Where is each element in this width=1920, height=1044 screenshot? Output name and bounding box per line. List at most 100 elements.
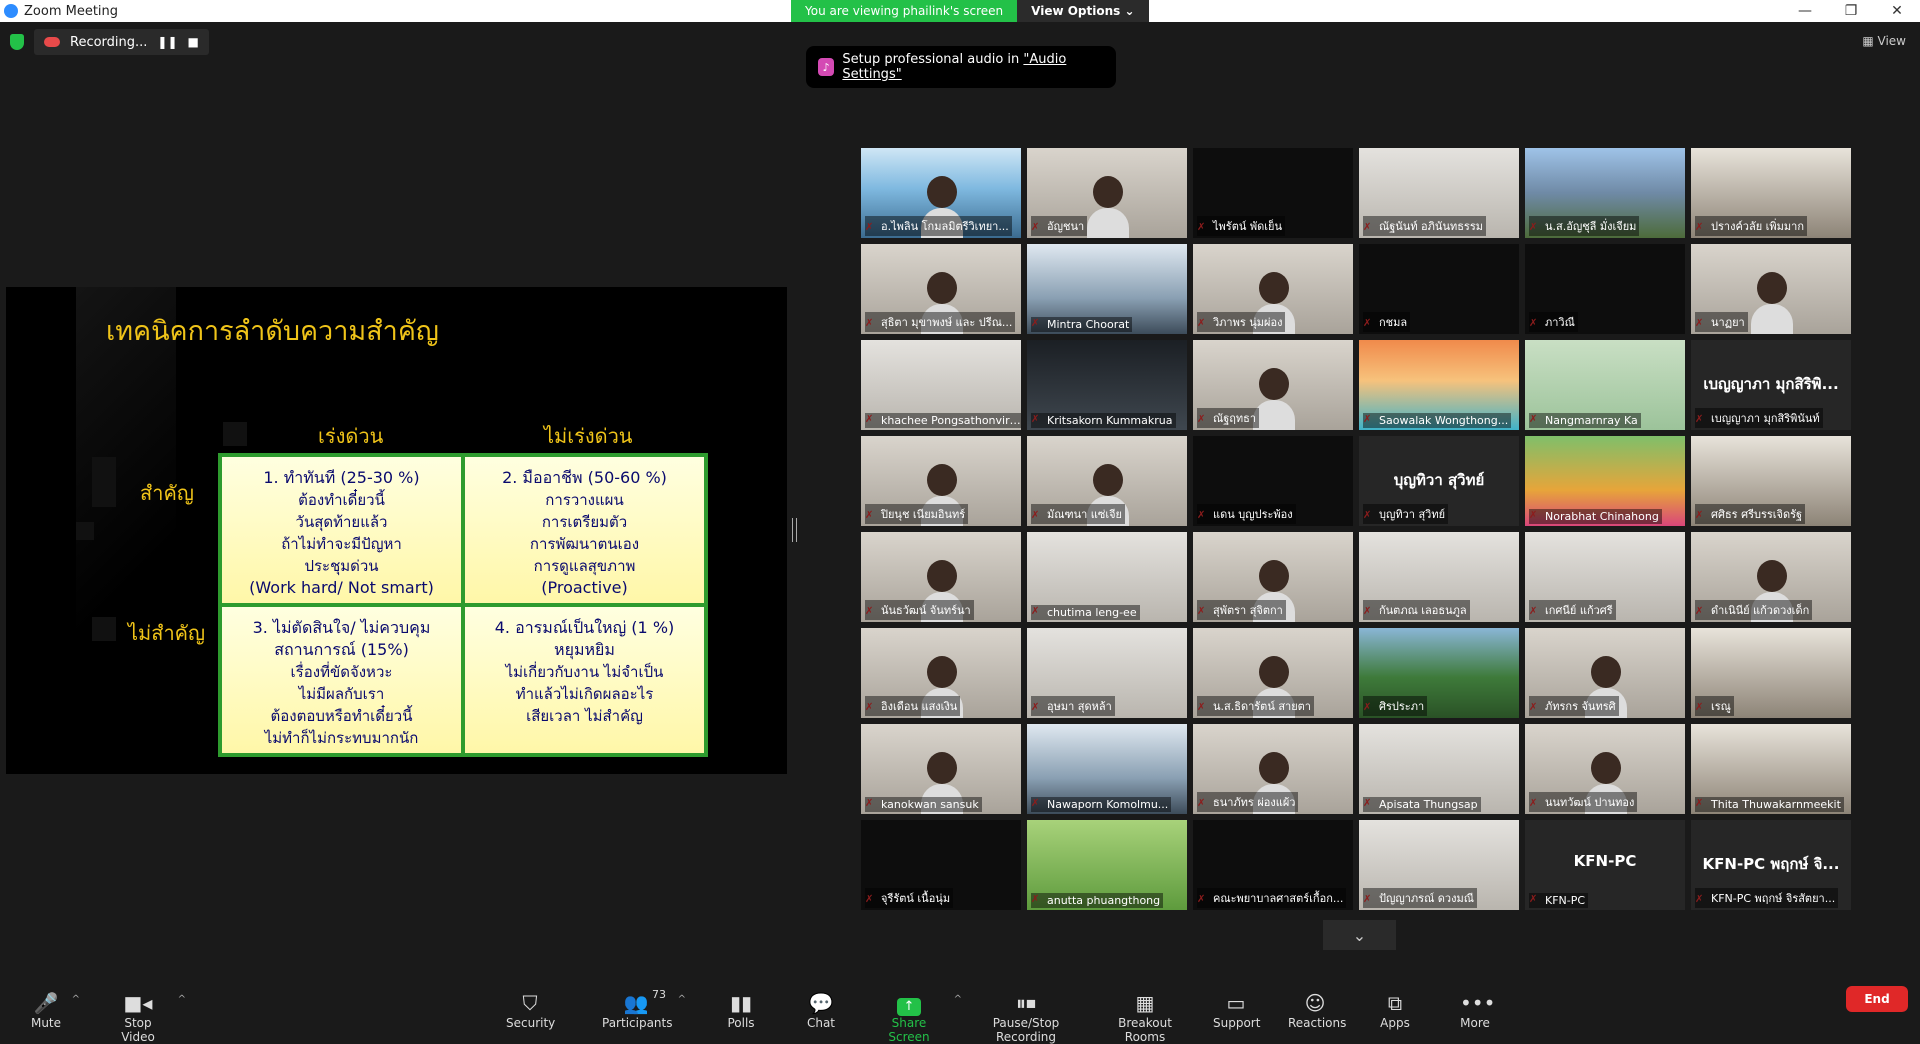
slide-decoration-block xyxy=(76,522,94,540)
slide-decoration-block xyxy=(92,457,116,507)
participant-tile[interactable]: ✗ อัญชนา xyxy=(1027,148,1187,238)
participant-tile[interactable]: ✗ ปรางค์วลัย เพิ่มมาก xyxy=(1691,148,1851,238)
video-options-caret[interactable]: ^ xyxy=(178,994,186,1005)
shield-icon: ⛉ xyxy=(522,991,538,1015)
participant-tile[interactable]: ✗ คณะพยาบาลศาสตร์เกื้อก... xyxy=(1193,820,1353,910)
participant-tile[interactable]: ✗ Norabhat Chinahong xyxy=(1525,436,1685,526)
audio-options-caret[interactable]: ^ xyxy=(72,994,80,1005)
participant-tile[interactable]: ✗ kanokwan sansuk xyxy=(861,724,1021,814)
participant-tile[interactable]: ✗ ภาวิณี xyxy=(1525,244,1685,334)
participant-name-label: ไพรัตน์ พัดเย็น xyxy=(1197,216,1285,236)
participant-tile[interactable]: ✗ Nangmarnray Ka xyxy=(1525,340,1685,430)
stop-recording-icon[interactable]: ■ xyxy=(188,35,199,49)
participant-name-label: สุธิตา มุขาพงษ์ และ ปรีณ... xyxy=(865,312,1016,332)
participant-name-label: น.ส.อัญชุลี มั่งเจียม xyxy=(1529,216,1640,236)
participant-tile[interactable]: ✗ anutta phuangthong xyxy=(1027,820,1187,910)
participant-tile[interactable]: ✗ นนทวัฒน์ ปานทอง xyxy=(1525,724,1685,814)
maximize-icon[interactable]: ❐ xyxy=(1828,0,1874,22)
participant-name-label: Apisata Thungsap xyxy=(1363,797,1481,812)
participant-tile[interactable]: ✗ จุรีรัตน์ เนื้อนุ่ม xyxy=(861,820,1021,910)
participant-tile[interactable]: ✗ ปัญญาภรณ์ ดวงมณี xyxy=(1359,820,1519,910)
participant-tile[interactable]: ✗ สุธิตา มุขาพงษ์ และ ปรีณ... xyxy=(861,244,1021,334)
participant-tile[interactable]: ✗ วิภาพร นุ่มผ่อง xyxy=(1193,244,1353,334)
apps-button[interactable]: ⧉ Apps xyxy=(1380,990,1410,1030)
participant-tile[interactable]: ✗ สุพัตรา สุจิตกา xyxy=(1193,532,1353,622)
participant-tile[interactable]: ✗ Saowalak Wongthong... xyxy=(1359,340,1519,430)
participant-tile[interactable]: ✗ ศิรประภา xyxy=(1359,628,1519,718)
minimize-icon[interactable]: — xyxy=(1782,0,1828,22)
participant-tile[interactable]: ✗ อิงเดือน แสงเงิน xyxy=(861,628,1021,718)
participant-name-label: ปรางค์วลัย เพิ่มมาก xyxy=(1695,216,1808,236)
participant-tile[interactable]: ✗ ปิยนุช เนียมอินทร์ xyxy=(861,436,1021,526)
participant-tile[interactable]: เบญญาภา มุกสิริพิ... ✗ เบญญาภา มุกสิริพินั… xyxy=(1691,340,1851,430)
participant-tile[interactable]: ✗ khachee Pongsathonviriya... xyxy=(861,340,1021,430)
mute-button[interactable]: 🎤 Mute ^ xyxy=(28,990,80,1030)
participant-tile[interactable]: ✗ ดำเนินีย์ แก้วดวงเด็ก xyxy=(1691,532,1851,622)
participant-tile[interactable]: ✗ ภัทรกร จันทรศิ xyxy=(1525,628,1685,718)
participant-tile[interactable]: ✗ เรณู xyxy=(1691,628,1851,718)
participant-tile[interactable]: ✗ อุษมา สุดหล้า xyxy=(1027,628,1187,718)
participant-name-label: ศิรประภา xyxy=(1363,696,1428,716)
participant-name-label: Nangmarnray Ka xyxy=(1529,413,1641,428)
polls-button[interactable]: ▮▮ Polls xyxy=(726,990,756,1030)
participant-tile[interactable]: ✗ นันธวัฒน์ จันทร์นา xyxy=(861,532,1021,622)
gallery-scroll-down-button[interactable]: ⌄ xyxy=(1323,920,1396,950)
pause-stop-recording-button[interactable]: ⏸⏹ Pause/Stop Recording xyxy=(966,990,1086,1044)
row-header-not-important: ไม่สำคัญ xyxy=(128,621,206,645)
stop-video-button[interactable]: ■◂ Stop Video ^ xyxy=(106,990,186,1044)
participant-tile[interactable]: ✗ กชมล xyxy=(1359,244,1519,334)
participant-name-label: ธนาภัทร ผ่องแผ้ว xyxy=(1197,792,1299,812)
pause-recording-icon[interactable]: ❚❚ xyxy=(157,35,177,49)
participant-name-label: chutima leng-ee xyxy=(1031,605,1140,620)
view-options-button[interactable]: View Options ⌄ xyxy=(1017,0,1149,22)
share-screen-button[interactable]: ↑ Share Screen ^ xyxy=(872,990,962,1044)
window-title: Zoom Meeting xyxy=(24,3,119,19)
participant-name-label: น.ส.ธิดารัตน์ สายตา xyxy=(1197,696,1314,716)
participant-tile[interactable]: ✗ Kritsakorn Kummakrua xyxy=(1027,340,1187,430)
participant-tile[interactable]: KFN-PC ✗ KFN-PC xyxy=(1525,820,1685,910)
priority-matrix: 1. ทำทันที (25-30 %) ต้องทำเดี๋ยวนี้ วันสุ… xyxy=(218,453,708,757)
participant-tile[interactable]: ✗ ณัฐฤทธา xyxy=(1193,340,1353,430)
participant-tile[interactable]: ✗ กันตภณ เลอธนภูล xyxy=(1359,532,1519,622)
participant-name-label: กันตภณ เลอธนภูล xyxy=(1363,600,1470,620)
participant-tile[interactable]: ✗ Apisata Thungsap xyxy=(1359,724,1519,814)
participant-tile[interactable]: ✗ แดน บุญประพ้อง xyxy=(1193,436,1353,526)
participant-tile[interactable]: ✗ chutima leng-ee xyxy=(1027,532,1187,622)
chat-button[interactable]: 💬 Chat xyxy=(806,990,836,1030)
participant-tile[interactable]: ✗ ธนาภัทร ผ่องแผ้ว xyxy=(1193,724,1353,814)
end-meeting-button[interactable]: End xyxy=(1846,986,1908,1012)
encryption-shield-icon[interactable] xyxy=(10,34,24,50)
polls-icon: ▮▮ xyxy=(729,991,752,1015)
participant-tile[interactable]: ✗ Mintra Choorat xyxy=(1027,244,1187,334)
participant-tile[interactable]: ✗ Thita Thuwakarnmeekit xyxy=(1691,724,1851,814)
viewing-screen-label: You are viewing phailink's screen xyxy=(791,0,1018,22)
participant-tile[interactable]: ✗ มัณฑนา แซ่เจีย xyxy=(1027,436,1187,526)
panel-splitter-handle[interactable] xyxy=(792,518,797,542)
column-header-urgent: เร่งด่วน xyxy=(318,424,384,448)
participant-tile[interactable]: ✗ นาฏยา xyxy=(1691,244,1851,334)
participant-tile[interactable]: ✗ ณัฐนันท์ อภินันทธรรม xyxy=(1359,148,1519,238)
participant-tile[interactable]: ✗ ศศิธร ศรีบรรเจิดรัฐ xyxy=(1691,436,1851,526)
participant-tile[interactable]: ✗ ไพรัตน์ พัดเย็น xyxy=(1193,148,1353,238)
row-header-important: สำคัญ xyxy=(140,481,194,505)
reactions-button[interactable]: ☺ Reactions xyxy=(1288,990,1346,1030)
close-icon[interactable]: ✕ xyxy=(1874,0,1920,22)
participant-tile[interactable]: KFN-PC พฤกษ์ จิ... ✗ KFN-PC พฤกษ์ จิรสัตยา… xyxy=(1691,820,1851,910)
participant-tile[interactable]: ✗ Nawaporn Komolmu... xyxy=(1027,724,1187,814)
support-button[interactable]: ▭ Support xyxy=(1213,990,1260,1030)
participant-tile[interactable]: ✗ น.ส.อัญชุลี มั่งเจียม xyxy=(1525,148,1685,238)
participant-tile[interactable]: บุญทิวา สุวิทย์ ✗ บุญทิวา สุวิทย์ xyxy=(1359,436,1519,526)
microphone-icon: 🎤 xyxy=(33,991,59,1015)
participants-button[interactable]: 👥 Participants 73 ^ xyxy=(602,988,686,1030)
participant-tile[interactable]: ✗ เกศนีย์ แก้วศรี xyxy=(1525,532,1685,622)
participants-options-caret[interactable]: ^ xyxy=(678,994,686,1005)
security-button[interactable]: ⛉ Security xyxy=(506,990,555,1030)
breakout-rooms-icon: ▦ xyxy=(1135,991,1155,1015)
more-button[interactable]: ••• More xyxy=(1460,990,1495,1030)
breakout-rooms-button[interactable]: ▦ Breakout Rooms xyxy=(1100,990,1190,1044)
share-options-caret[interactable]: ^ xyxy=(954,994,962,1005)
participant-tile[interactable]: ✗ น.ส.ธิดารัตน์ สายตา xyxy=(1193,628,1353,718)
participant-display-name: KFN-PC xyxy=(1573,852,1637,870)
participant-tile[interactable]: ✗ อ.ไพลิน โกมลมิตรีวิเทยา... xyxy=(861,148,1021,238)
view-layout-button[interactable]: ▦ View xyxy=(1862,34,1906,48)
